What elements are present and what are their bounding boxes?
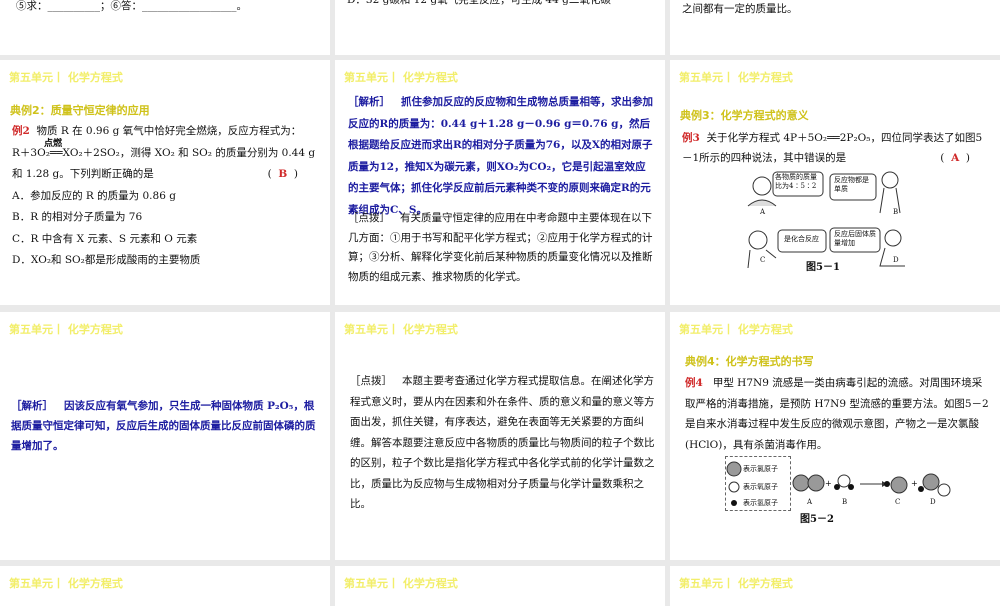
person-a-icon [747,176,777,207]
bubble-b-text: 反应物都是单质 [834,176,869,193]
option-d-text: D．32 g碳和 12 g氧气完全反应，可生成 44 g二氧化碳 [347,0,611,6]
person-a-label: A [760,208,766,216]
option-c: C．R 中含有 X 元素、S 元素和 O 元素 [12,232,198,245]
example-label: 例4 [685,377,703,389]
hydrogen-atom-icon [731,500,737,506]
tip-text: 有关质量守恒定律的应用在中考命题中主要体现在以下几方面：①用于书写和配平化学方程… [348,212,653,283]
analysis-label: ［解析］ [348,96,390,108]
slide-bottom-middle[interactable]: 第五单元丨 化学方程式 [335,566,665,606]
unit-header: 第五单元丨 化学方程式 [9,323,123,336]
slide-example-3[interactable]: 第五单元丨 化学方程式 典例3：化学方程式的意义 例3 关于化学方程式 4P＋5… [670,60,1000,305]
slide-example-4[interactable]: 第五单元丨 化学方程式 典例4：化学方程式的书写 例4 甲型 H7N9 流感是一… [670,312,1000,560]
tip-paragraph: ［点拨］ 有关质量守恒定律的应用在中考命题中主要体现在以下几方面：①用于书写和配… [348,209,655,287]
chlorine-atom-icon [726,461,742,477]
answer: A [951,152,960,164]
oxygen-atom-icon [728,481,740,493]
unit-header: 第五单元丨 化学方程式 [344,323,458,336]
molecule-a-label: A [807,498,813,506]
analysis-label: ［解析］ [11,400,53,412]
option-a: A．参加反应的 R 的质量为 0.86 g [12,189,176,202]
unit-header: 第五单元丨 化学方程式 [679,323,793,336]
unit-header: 第五单元丨 化学方程式 [679,577,793,590]
example-label: 例2 [12,125,30,137]
tip-text: 本题主要考查通过化学方程式提取信息。在阐述化学方程式意义时，要从内在因素和外在条… [350,375,655,510]
tip-paragraph: ［点拨］ 本题主要考查通过化学方程式提取信息。在阐述化学方程式意义时，要从内在因… [350,371,655,515]
person-d-label: D [893,256,899,264]
question-text-end: 和 1.28 g。下列判断正确的是 [12,168,154,180]
conclusion-text: 之间都有一定的质量比。 [682,3,798,15]
slide-example-2-analysis[interactable]: 第五单元丨 化学方程式 ［解析］ 抓住参加反应的反应物和生成物总质量相等，求出参… [335,60,665,305]
example-title: 典例3：化学方程式的意义 [680,109,809,122]
unit-header: 第五单元丨 化学方程式 [344,577,458,590]
answer: B [278,168,288,180]
figure-caption: 图5－1 [806,262,840,273]
question-text: 关于化学方程式 4P＋5O₂══2P₂O₅，四位同学表达了如图5－1所示的四种说… [682,132,983,164]
bubble-c-text: 是化合反应 [784,235,819,243]
svg-text:+: + [825,479,832,488]
svg-text:+: + [911,479,918,488]
slide-top-middle[interactable]: D．32 g碳和 12 g氧气完全反应，可生成 44 g二氧化碳 [335,0,665,55]
slide-bottom-right[interactable]: 第五单元丨 化学方程式 [670,566,1000,606]
unit-header: 第五单元丨 化学方程式 [344,71,458,84]
bubble-a-text: 各物质的质量比为4∶5∶2 [775,173,817,190]
question-paragraph: 例4 甲型 H7N9 流感是一类由病毒引起的流感。对周围环境采取严格的消毒措施，… [685,373,990,455]
reaction-condition: 点燃 [44,138,63,149]
person-b-icon [879,171,901,214]
analysis-paragraph: ［解析］ 抓住参加反应的反应物和生成物总质量相等，求出参加反应的R的质量为：0.… [348,92,655,221]
question-text: 物质 R 在 0.96 g 氧气中恰好完全燃烧，反应方程式为： [36,125,302,137]
slide-bottom-left[interactable]: 第五单元丨 化学方程式 [0,566,330,606]
slide-example-2[interactable]: 第五单元丨 化学方程式 典例2：质量守恒定律的应用 例2 物质 R 在 0.96… [0,60,330,305]
analysis-text: 抓住参加反应的反应物和生成物总质量相等，求出参加反应的R的质量为：0.44 g＋… [348,96,653,216]
tip-label: ［点拨］ [350,375,392,387]
option-d: D．XO₂和 SO₂都是形成酸雨的主要物质 [12,254,201,266]
molecule-c-label: C [895,498,901,506]
legend-oxygen: 表示氧原子 [743,483,778,491]
figure-caption: 图5－2 [800,514,834,525]
question-text: 甲型 H7N9 流感是一类由病毒引起的流感。对周围环境采取严格的消毒措施，是预防… [685,377,989,451]
bubble-d-text: 反应后固体质量增加 [834,230,876,247]
example-label: 例3 [682,132,700,144]
slide-example-3-tip[interactable]: 第五单元丨 化学方程式 ［点拨］ 本题主要考查通过化学方程式提取信息。在阐述化学… [335,312,665,560]
molecule-b-label: B [842,498,848,506]
slide-top-right[interactable]: 之间都有一定的质量比。 [670,0,1000,55]
unit-header: 第五单元丨 化学方程式 [9,577,123,590]
question-paragraph: 例3 关于化学方程式 4P＋5O₂══2P₂O₅，四位同学表达了如图5－1所示的… [682,132,983,164]
molecule-d-label: D [930,498,936,506]
question-line-3: 和 1.28 g。下列判断正确的是( B ) [12,164,320,186]
legend-hydrogen: 表示氢原子 [743,499,778,507]
equation-line: R＋3O₂══XO₂＋2SO₂，测得 XO₂ 和 SO₂ 的质量分别为 0.44… [12,139,320,165]
legend-chlorine: 表示氯原子 [743,465,778,473]
analysis-text: 因该反应有氧气参加，只生成一种固体物质 P₂O₅，根据质量守恒定律可知，反应后生… [11,400,316,452]
answer-template-text: ⑤求：__________；⑥答：__________________。 [16,0,247,12]
example-title: 典例2：质量守恒定律的应用 [10,104,150,117]
option-b: B．R 的相对分子质量为 76 [12,211,143,223]
analysis-paragraph: ［解析］ 因该反应有氧气参加，只生成一种固体物质 P₂O₅，根据质量守恒定律可知… [11,396,320,456]
example-title: 典例4：化学方程式的书写 [685,355,814,368]
person-b-label: B [893,208,899,216]
unit-header: 第五单元丨 化学方程式 [679,71,793,84]
slide-top-left[interactable]: ⑤求：__________；⑥答：__________________。 [0,0,330,55]
unit-header: 第五单元丨 化学方程式 [9,71,123,84]
slide-example-3-analysis[interactable]: 第五单元丨 化学方程式 ［解析］ 因该反应有氧气参加，只生成一种固体物质 P₂O… [0,312,330,560]
tip-label: ［点拨］ [348,212,390,224]
person-c-label: C [760,256,766,264]
